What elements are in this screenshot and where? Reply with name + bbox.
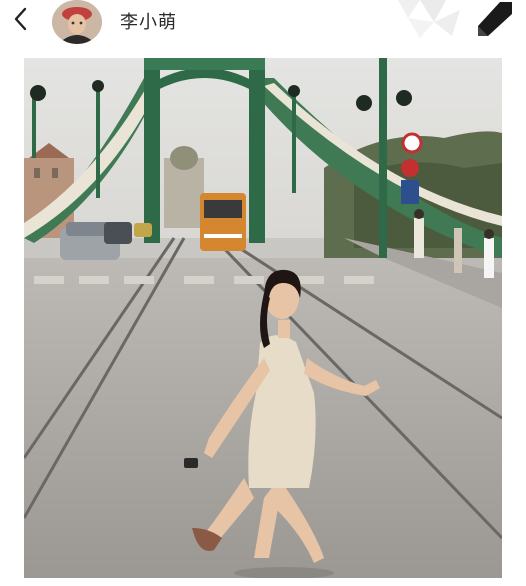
top-bar: 李小萌	[0, 0, 526, 46]
avatar[interactable]	[52, 0, 102, 44]
chevron-left-icon	[14, 7, 27, 31]
back-button[interactable]	[6, 4, 36, 34]
username[interactable]: 李小萌	[120, 8, 177, 34]
post-screen: 李小萌	[0, 0, 526, 586]
woman-on-bridge-photo[interactable]	[24, 58, 502, 578]
decorative-pattern-icon	[398, 0, 460, 38]
pen-icon[interactable]	[478, 0, 514, 38]
